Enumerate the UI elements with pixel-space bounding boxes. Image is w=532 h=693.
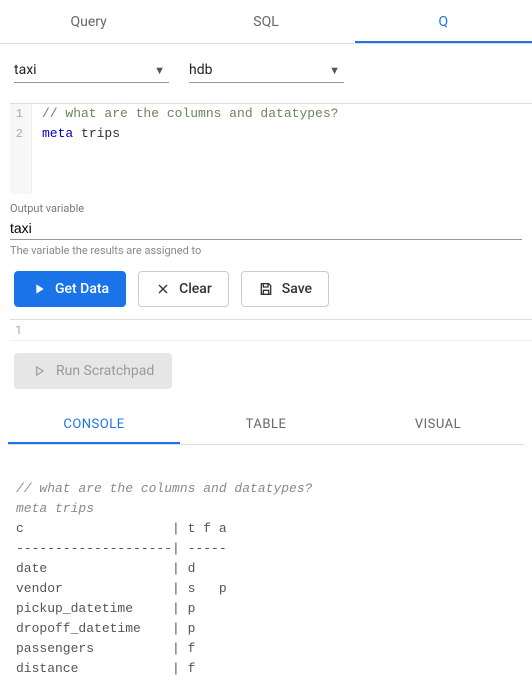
run-scratchpad-label: Run Scratchpad (56, 363, 154, 379)
save-label: Save (282, 281, 312, 297)
line-number: 1 (10, 104, 32, 124)
output-tabs: CONSOLE TABLE VISUAL (8, 405, 524, 445)
clear-button[interactable]: Clear (138, 271, 229, 307)
scratchpad-editor[interactable]: 1 (10, 319, 532, 341)
run-scratchpad-button: Run Scratchpad (14, 353, 172, 389)
select-left-value: taxi (14, 62, 37, 78)
tab-table[interactable]: TABLE (180, 405, 352, 444)
select-right-value: hdb (189, 62, 212, 78)
select-right[interactable]: hdb ▼ (189, 62, 344, 83)
code-comment: // what are the columns and datatypes? (42, 106, 338, 121)
get-data-label: Get Data (55, 281, 109, 297)
scratchpad-input[interactable] (28, 322, 532, 339)
close-icon (155, 281, 171, 297)
get-data-button[interactable]: Get Data (14, 271, 126, 307)
tab-visual[interactable]: VISUAL (352, 405, 524, 444)
chevron-down-icon: ▼ (329, 64, 340, 77)
code-editor[interactable]: 1 // what are the columns and datatypes?… (10, 103, 532, 194)
line-number: 1 (10, 323, 28, 337)
chevron-down-icon: ▼ (154, 64, 165, 77)
save-button[interactable]: Save (241, 271, 329, 307)
code-ident: trips (81, 126, 120, 141)
tab-sql[interactable]: SQL (177, 0, 354, 43)
tab-console[interactable]: CONSOLE (8, 405, 180, 444)
console-output: // what are the columns and datatypes? m… (0, 445, 532, 693)
tab-query[interactable]: Query (0, 0, 177, 43)
play-icon (31, 281, 47, 297)
save-icon (258, 281, 274, 297)
code-keyword: meta (42, 126, 73, 141)
output-var-label: Output variable (10, 202, 522, 215)
select-left[interactable]: taxi ▼ (14, 62, 169, 83)
output-var-input[interactable] (10, 217, 522, 240)
clear-label: Clear (179, 281, 212, 297)
output-var-help: The variable the results are assigned to (10, 244, 522, 257)
line-number: 2 (10, 124, 32, 144)
top-tabs: Query SQL Q (0, 0, 532, 44)
play-icon (32, 364, 46, 378)
tab-q[interactable]: Q (355, 0, 532, 43)
